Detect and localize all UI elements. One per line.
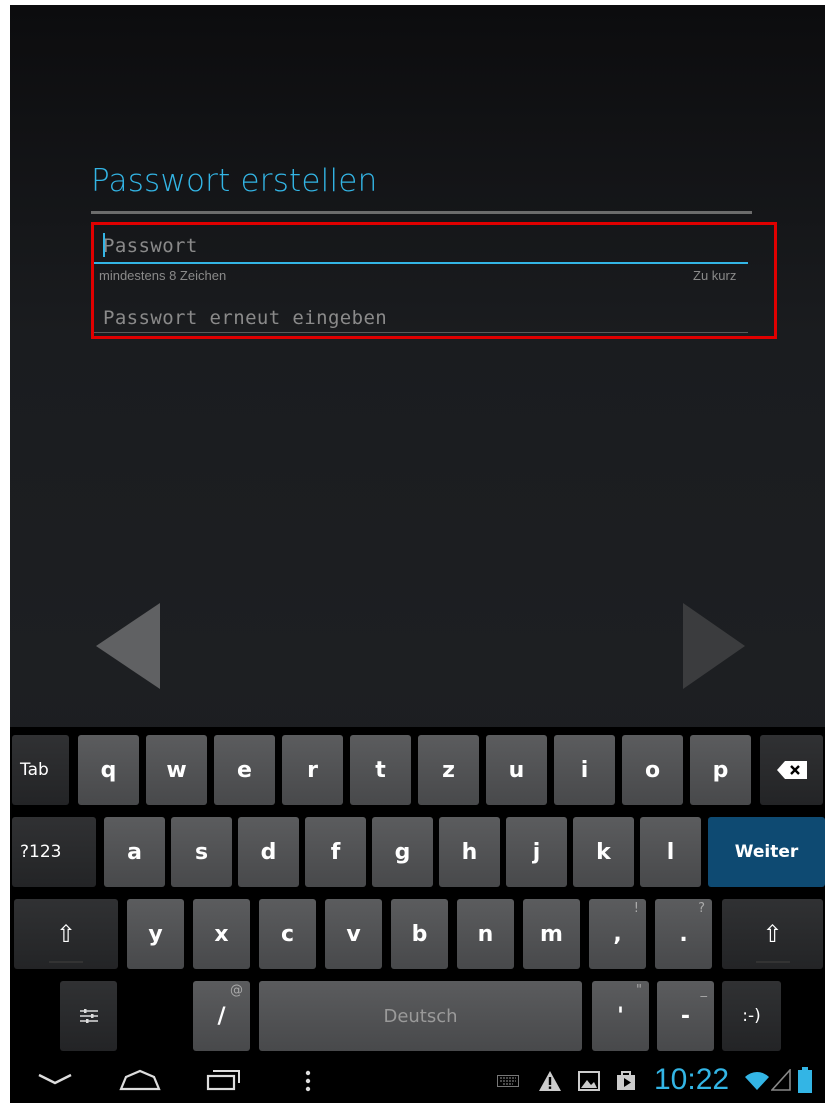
wifi-icon xyxy=(745,1072,769,1090)
shift-icon: ⇧ xyxy=(55,920,77,948)
key-g[interactable]: g xyxy=(372,817,433,887)
recent-apps-icon[interactable] xyxy=(205,1068,243,1092)
smiley-key[interactable]: :-) xyxy=(722,981,781,1051)
shop-icon xyxy=(617,1071,635,1090)
comma-label: , xyxy=(613,921,622,947)
key-a[interactable]: a xyxy=(104,817,165,887)
key-b[interactable]: b xyxy=(391,899,448,969)
period-alt-label: ? xyxy=(698,901,705,916)
setup-screen: Passwort erstellen Passwort mindestens 8… xyxy=(10,5,825,1103)
dash-alt-label: _ xyxy=(700,983,708,998)
password-hint: mindestens 8 Zeichen xyxy=(99,268,227,283)
key-l[interactable]: l xyxy=(640,817,701,887)
title-divider xyxy=(91,211,752,214)
key-q[interactable]: q xyxy=(78,735,139,805)
key-n[interactable]: n xyxy=(457,899,514,969)
confirm-password-input[interactable]: Passwort erneut eingeben xyxy=(103,307,387,329)
key-y[interactable]: y xyxy=(127,899,184,969)
space-key[interactable]: Deutsch xyxy=(259,981,582,1051)
password-strength: Zu kurz xyxy=(693,268,737,283)
keyboard-settings-icon xyxy=(79,1009,98,1023)
key-x[interactable]: x xyxy=(193,899,250,969)
backspace-key[interactable] xyxy=(760,735,823,805)
shift-right-key[interactable]: ⇧ xyxy=(722,899,823,969)
key-u[interactable]: u xyxy=(486,735,547,805)
shift-indicator xyxy=(755,961,790,963)
key-slash[interactable]: / @ xyxy=(193,981,250,1051)
key-apostrophe[interactable]: ' " xyxy=(592,981,649,1051)
page-title: Passwort erstellen xyxy=(91,163,378,199)
key-s[interactable]: s xyxy=(171,817,232,887)
signal-icon xyxy=(771,1069,791,1091)
confirm-password-underline xyxy=(94,332,748,333)
key-w[interactable]: w xyxy=(146,735,207,805)
key-comma[interactable]: , ! xyxy=(589,899,646,969)
key-d[interactable]: d xyxy=(238,817,299,887)
apostrophe-label: ' xyxy=(617,1003,624,1029)
key-h[interactable]: h xyxy=(439,817,500,887)
slash-label: / xyxy=(217,1003,226,1029)
menu-icon[interactable] xyxy=(305,1070,311,1092)
key-p[interactable]: p xyxy=(690,735,751,805)
key-r[interactable]: r xyxy=(282,735,343,805)
key-z[interactable]: z xyxy=(418,735,479,805)
key-k[interactable]: k xyxy=(573,817,634,887)
symbols-key[interactable]: ?123 xyxy=(12,817,96,887)
image-icon xyxy=(578,1071,600,1091)
back-arrow-button[interactable] xyxy=(96,603,162,689)
chevron-right-icon xyxy=(683,603,745,689)
apostrophe-alt-label: " xyxy=(636,983,642,998)
dash-label: - xyxy=(680,1003,691,1029)
tab-key[interactable]: Tab xyxy=(12,735,69,805)
text-cursor xyxy=(103,233,105,257)
keyboard-settings-key[interactable] xyxy=(60,981,117,1051)
next-arrow-button[interactable] xyxy=(681,603,747,689)
key-j[interactable]: j xyxy=(506,817,567,887)
system-navigation-bar: 10:22 xyxy=(10,1057,825,1103)
key-o[interactable]: o xyxy=(622,735,683,805)
key-m[interactable]: m xyxy=(523,899,580,969)
key-f[interactable]: f xyxy=(305,817,366,887)
home-icon[interactable] xyxy=(118,1069,162,1091)
status-clock: 10:22 xyxy=(654,1063,730,1096)
backspace-icon xyxy=(776,761,807,779)
comma-alt-label: ! xyxy=(633,901,639,916)
chevron-left-icon xyxy=(96,603,160,689)
next-key[interactable]: Weiter xyxy=(708,817,825,887)
shift-indicator xyxy=(49,961,83,963)
key-t[interactable]: t xyxy=(350,735,411,805)
key-period[interactable]: . ? xyxy=(655,899,712,969)
key-c[interactable]: c xyxy=(259,899,316,969)
battery-icon xyxy=(798,1067,812,1093)
warning-icon xyxy=(539,1071,561,1091)
keyboard-icon xyxy=(497,1075,519,1087)
key-dash[interactable]: - _ xyxy=(657,981,714,1051)
period-label: . xyxy=(679,921,688,947)
shift-left-key[interactable]: ⇧ xyxy=(14,899,118,969)
password-input[interactable]: Passwort xyxy=(103,235,198,257)
on-screen-keyboard: Tab q w e r t z u i o p ?123 a s d f g h… xyxy=(10,727,825,1057)
key-e[interactable]: e xyxy=(214,735,275,805)
hide-keyboard-icon[interactable] xyxy=(37,1071,73,1087)
password-input-underline xyxy=(94,262,748,264)
shift-icon: ⇧ xyxy=(762,920,783,948)
key-v[interactable]: v xyxy=(325,899,382,969)
slash-alt-label: @ xyxy=(230,983,243,998)
key-i[interactable]: i xyxy=(554,735,615,805)
